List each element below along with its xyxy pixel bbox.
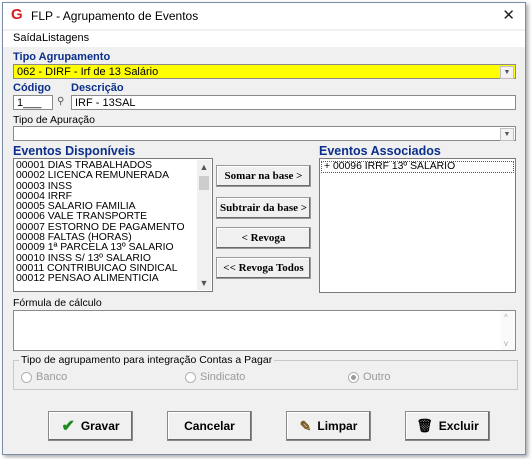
- excluir-button[interactable]: 🗑 Excluir: [405, 411, 490, 441]
- eventos-associados-list[interactable]: + 00096 IRRF 13º SALARIO: [319, 158, 516, 293]
- radio-outro[interactable]: Outro: [348, 371, 391, 383]
- eventos-associados-label: Eventos Associados: [319, 144, 441, 158]
- list-item[interactable]: 00012 PENSAO ALIMENTICIA: [14, 273, 212, 284]
- codigo-input[interactable]: 1___: [13, 95, 53, 110]
- revoga-todos-button[interactable]: << Revoga Todos: [216, 257, 311, 279]
- app-logo-icon: G: [11, 6, 23, 23]
- menu-saida[interactable]: Saída: [13, 32, 42, 44]
- trash-icon: 🗑: [416, 418, 433, 433]
- radio-label: Banco: [36, 371, 68, 383]
- radio-dot-selected: [348, 371, 359, 383]
- contas-pagar-label: Tipo de agrupamento para integração Cont…: [19, 354, 275, 366]
- radio-label: Sindicato: [200, 371, 246, 383]
- cancelar-button[interactable]: Cancelar: [167, 411, 252, 441]
- scroll-thumb[interactable]: [199, 176, 209, 190]
- descricao-input[interactable]: IRF - 13SAL: [71, 95, 516, 110]
- main-window: G FLP - Agrupamento de Eventos ✕ Saída L…: [2, 2, 526, 455]
- tipo-agrupamento-select[interactable]: 062 - DIRF - Irf de 13 Salário ▼: [13, 64, 516, 79]
- gravar-label: Gravar: [80, 419, 120, 433]
- radio-sindicato[interactable]: Sindicato: [185, 371, 245, 383]
- radio-dot: [185, 371, 196, 383]
- cancelar-label: Cancelar: [184, 419, 235, 433]
- gravar-button[interactable]: ✔ Gravar: [48, 411, 133, 441]
- descricao-label: Descrição: [71, 82, 124, 94]
- close-icon[interactable]: ✕: [502, 6, 515, 24]
- list-scrollbar[interactable]: ▲ ▼: [197, 160, 211, 290]
- excluir-label: Excluir: [438, 419, 479, 433]
- codigo-label: Código: [13, 82, 51, 94]
- chevron-down-icon[interactable]: ▼: [500, 128, 514, 141]
- chevron-down-icon[interactable]: ▼: [500, 66, 514, 79]
- tipo-agrupamento-value: 062 - DIRF - Irf de 13 Salário: [17, 66, 159, 78]
- formula-scrollbar[interactable]: ^ v: [501, 311, 515, 350]
- tipo-apuracao-label: Tipo de Apuração: [13, 114, 95, 126]
- chevron-up-icon[interactable]: ^: [504, 313, 508, 322]
- tipo-agrupamento-label: Tipo Agrupamento: [13, 51, 111, 63]
- eventos-disponiveis-list[interactable]: 00001 DIAS TRABALHADOS 00002 LICENCA REM…: [13, 158, 213, 292]
- broom-icon: ✎: [299, 417, 312, 434]
- radio-dot: [21, 371, 32, 383]
- eventos-disponiveis-label: Eventos Disponíveis: [13, 144, 136, 158]
- chevron-down-icon[interactable]: v: [504, 339, 508, 348]
- checkmark-icon: ✔: [61, 418, 75, 435]
- limpar-label: Limpar: [317, 419, 358, 433]
- title-bar[interactable]: G FLP - Agrupamento de Eventos ✕: [3, 3, 525, 29]
- radio-banco[interactable]: Banco: [21, 371, 67, 383]
- binoculars-icon[interactable]: ⚲: [57, 96, 69, 109]
- menu-bar: Saída Listagens: [3, 31, 525, 47]
- menu-listagens[interactable]: Listagens: [42, 32, 89, 44]
- chevron-down-icon[interactable]: ▼: [197, 276, 211, 290]
- formula-label: Fórmula de cálculo: [13, 297, 102, 309]
- limpar-button[interactable]: ✎ Limpar: [286, 411, 371, 441]
- tipo-apuracao-select[interactable]: ▼: [13, 126, 516, 141]
- list-item[interactable]: + 00096 IRRF 13º SALARIO: [321, 161, 514, 174]
- chevron-up-icon[interactable]: ▲: [197, 160, 211, 174]
- revoga-button[interactable]: < Revoga: [216, 227, 311, 249]
- somar-na-base-button[interactable]: Somar na base >: [216, 165, 311, 187]
- window-title: FLP - Agrupamento de Eventos: [31, 9, 199, 23]
- radio-label: Outro: [363, 371, 391, 383]
- formula-textarea[interactable]: [13, 310, 516, 351]
- subtrair-da-base-button[interactable]: Subtrair da base >: [216, 197, 311, 219]
